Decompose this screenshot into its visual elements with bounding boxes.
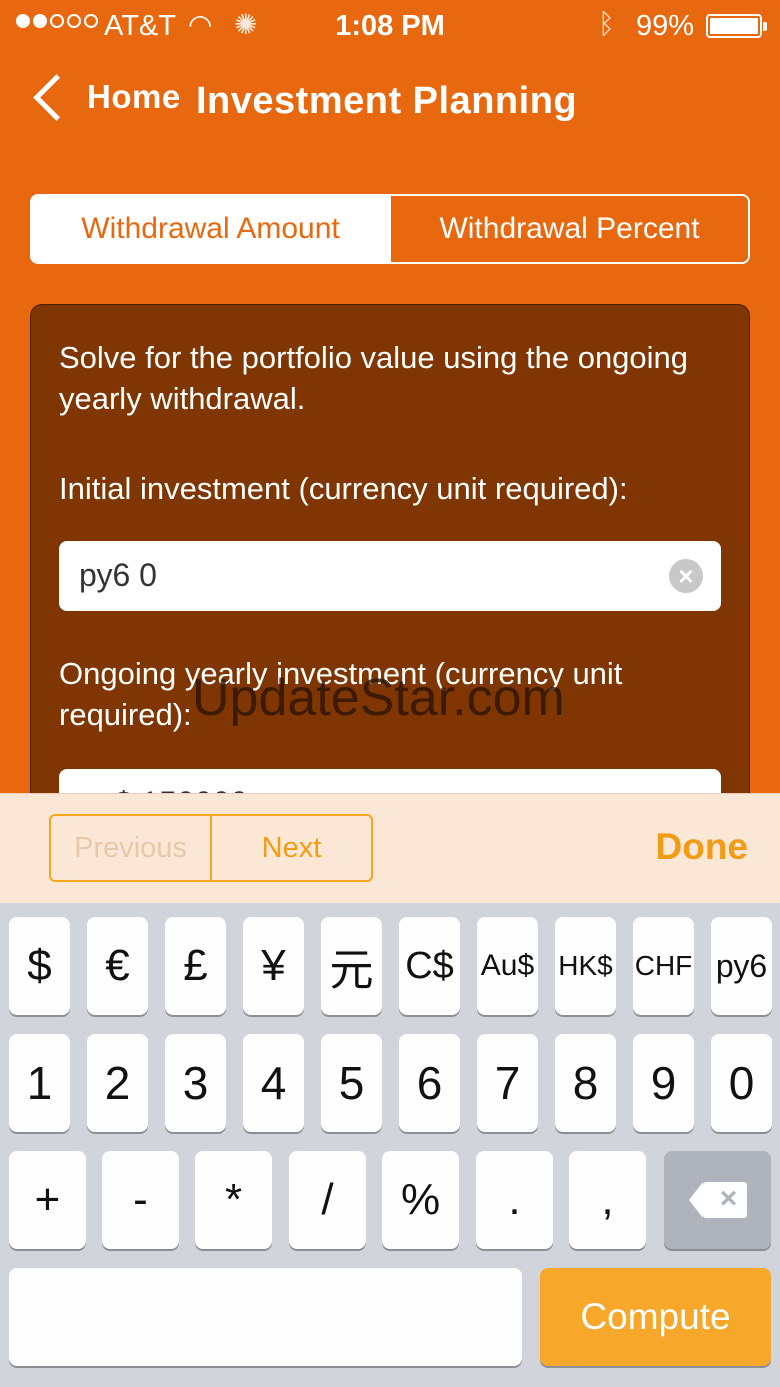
segment-withdrawal-amount[interactable]: Withdrawal Amount xyxy=(32,196,389,262)
key-digit-5[interactable]: 5 xyxy=(321,1034,382,1132)
withdrawal-mode-segmented-control: Withdrawal Amount Withdrawal Percent xyxy=(30,194,750,264)
compute-button[interactable]: Compute xyxy=(540,1268,771,1366)
key-digit-7[interactable]: 7 xyxy=(477,1034,538,1132)
clear-icon[interactable]: × xyxy=(669,559,703,593)
key-digit-3[interactable]: 3 xyxy=(165,1034,226,1132)
previous-button[interactable]: Previous xyxy=(51,816,212,880)
key-divide[interactable]: / xyxy=(289,1151,366,1249)
key-currency-dollar[interactable]: $ xyxy=(9,917,70,1015)
key-currency-yen[interactable]: ¥ xyxy=(243,917,304,1015)
key-multiply[interactable]: * xyxy=(195,1151,272,1249)
bluetooth-icon: ᛒ xyxy=(598,8,615,39)
key-currency-hkd[interactable]: HK$ xyxy=(555,917,616,1015)
next-button[interactable]: Next xyxy=(212,816,371,880)
key-comma[interactable]: , xyxy=(569,1151,646,1249)
key-digit-9[interactable]: 9 xyxy=(633,1034,694,1132)
back-button-label: Home xyxy=(87,78,181,115)
key-digit-1[interactable]: 1 xyxy=(9,1034,70,1132)
keyboard-accessory-bar: Previous Next Done xyxy=(0,793,780,904)
chevron-left-icon xyxy=(33,73,80,121)
initial-investment-input[interactable]: ру6 0 × xyxy=(59,541,721,611)
navigation-bar: Home Investment Planning xyxy=(0,70,780,140)
segment-withdrawal-percent[interactable]: Withdrawal Percent xyxy=(389,196,748,262)
key-currency-yuan[interactable]: 元 xyxy=(321,917,382,1015)
key-currency-pound[interactable]: £ xyxy=(165,917,226,1015)
key-plus[interactable]: + xyxy=(9,1151,86,1249)
initial-investment-value: ру6 0 xyxy=(79,557,157,593)
key-currency-cad[interactable]: C$ xyxy=(399,917,460,1015)
key-minus[interactable]: - xyxy=(102,1151,179,1249)
page-title: Investment Planning xyxy=(196,80,578,122)
done-button[interactable]: Done xyxy=(656,826,749,868)
key-digit-6[interactable]: 6 xyxy=(399,1034,460,1132)
key-currency-aud[interactable]: Au$ xyxy=(477,917,538,1015)
battery-icon xyxy=(706,14,767,38)
previous-next-control: Previous Next xyxy=(49,814,373,882)
back-button[interactable]: Home xyxy=(28,73,181,121)
key-decimal-point[interactable]: . xyxy=(476,1151,553,1249)
custom-keyboard: $ € £ ¥ 元 C$ Au$ HK$ CHF ру6 1 2 3 4 5 6… xyxy=(0,903,780,1387)
key-digit-4[interactable]: 4 xyxy=(243,1034,304,1132)
initial-investment-label: Initial investment (currency unit requir… xyxy=(59,471,628,506)
form-description: Solve for the portfolio value using the … xyxy=(59,340,689,416)
key-currency-euro[interactable]: € xyxy=(87,917,148,1015)
key-digit-2[interactable]: 2 xyxy=(87,1034,148,1132)
backspace-icon: × xyxy=(688,1182,747,1218)
status-bar: AT&T ◠ ✺ 1:08 PM ᛒ 99% xyxy=(0,0,780,54)
ongoing-investment-label: Ongoing yearly investment (currency unit… xyxy=(59,656,623,732)
key-currency-chf[interactable]: CHF xyxy=(633,917,694,1015)
battery-percentage: 99% xyxy=(636,10,695,42)
key-backspace[interactable]: × xyxy=(664,1151,771,1249)
key-currency-rub[interactable]: ру6 xyxy=(711,917,772,1015)
key-digit-0[interactable]: 0 xyxy=(711,1034,772,1132)
key-digit-8[interactable]: 8 xyxy=(555,1034,616,1132)
key-blank[interactable] xyxy=(9,1268,522,1366)
key-percent[interactable]: % xyxy=(382,1151,459,1249)
